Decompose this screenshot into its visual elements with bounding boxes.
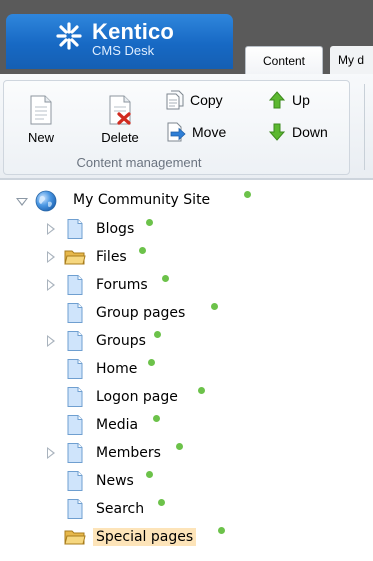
page-icon bbox=[67, 415, 83, 435]
published-status-icon bbox=[158, 499, 165, 506]
arrow-up-icon bbox=[268, 91, 286, 109]
page-icon bbox=[67, 219, 83, 239]
expand-arrow-icon[interactable] bbox=[47, 223, 55, 235]
up-label: Up bbox=[292, 92, 310, 108]
published-status-icon bbox=[148, 359, 155, 366]
tree-item-news[interactable]: News bbox=[0, 468, 373, 494]
app-header: Kentico CMS Desk Content My d bbox=[0, 0, 373, 74]
page-icon bbox=[67, 303, 83, 323]
expand-arrow-icon[interactable] bbox=[47, 279, 55, 291]
collapse-arrow-icon[interactable] bbox=[16, 198, 28, 206]
tree-item-label: Group pages bbox=[96, 305, 186, 321]
move-button[interactable]: Move bbox=[166, 121, 226, 143]
kentico-logo[interactable]: Kentico CMS Desk bbox=[6, 14, 233, 69]
page-icon bbox=[67, 387, 83, 407]
tree-item-media[interactable]: Media bbox=[0, 412, 373, 438]
published-status-icon bbox=[146, 219, 153, 226]
copy-label: Copy bbox=[190, 92, 223, 108]
globe-icon bbox=[35, 190, 57, 212]
up-button[interactable]: Up bbox=[268, 89, 310, 111]
expand-arrow-icon[interactable] bbox=[47, 251, 55, 263]
down-button[interactable]: Down bbox=[268, 121, 328, 143]
page-icon bbox=[67, 359, 83, 379]
tree-item-label: Groups bbox=[96, 333, 146, 349]
published-status-icon bbox=[139, 247, 146, 254]
group-caption: Content management bbox=[76, 155, 202, 170]
published-status-icon bbox=[153, 415, 160, 422]
tree-item-search[interactable]: Search bbox=[0, 496, 373, 522]
published-status-icon bbox=[211, 303, 218, 310]
tab-content[interactable]: Content bbox=[245, 46, 323, 74]
page-icon bbox=[67, 443, 83, 463]
published-status-icon bbox=[198, 387, 205, 394]
published-status-icon bbox=[176, 443, 183, 450]
ribbon-toolbar: New Delete Copy Move Up Down Content man… bbox=[0, 74, 373, 180]
tree-root-label: My Community Site bbox=[73, 192, 211, 208]
delete-document-icon bbox=[109, 95, 131, 125]
tree-item-label: Members bbox=[96, 445, 161, 461]
copy-button[interactable]: Copy bbox=[166, 89, 223, 111]
tree-item-members[interactable]: Members bbox=[0, 440, 373, 466]
delete-label: Delete bbox=[101, 130, 139, 145]
tree-item-group-pages[interactable]: Group pages bbox=[0, 300, 373, 326]
published-status-icon bbox=[244, 191, 251, 198]
tree-item-blogs[interactable]: Blogs bbox=[0, 216, 373, 242]
tree-item-label: Home bbox=[96, 361, 138, 377]
published-status-icon bbox=[218, 527, 225, 534]
down-label: Down bbox=[292, 124, 328, 140]
page-icon bbox=[67, 331, 83, 351]
move-label: Move bbox=[192, 124, 227, 140]
copy-icon bbox=[166, 90, 184, 110]
tree-item-label: Files bbox=[96, 249, 127, 265]
tree-item-label: Special pages bbox=[93, 528, 197, 546]
new-label: New bbox=[27, 130, 54, 145]
new-document-icon bbox=[30, 95, 52, 125]
page-icon bbox=[67, 471, 83, 491]
logo-subtitle: CMS Desk bbox=[92, 43, 155, 58]
page-icon bbox=[67, 499, 83, 519]
folder-icon bbox=[64, 530, 86, 545]
page-icon bbox=[67, 275, 83, 295]
new-button[interactable]: New bbox=[18, 95, 64, 145]
kentico-logo-icon bbox=[56, 22, 82, 50]
arrow-down-icon bbox=[268, 123, 286, 141]
tree-item-label: Blogs bbox=[96, 221, 135, 237]
tree-item-logon-page[interactable]: Logon page bbox=[0, 384, 373, 410]
content-tree: My Community Site Blogs Files Forums Gro… bbox=[0, 180, 373, 561]
move-icon bbox=[167, 122, 186, 142]
logo-title: Kentico bbox=[92, 19, 175, 44]
tree-item-special-pages[interactable]: Special pages bbox=[0, 524, 373, 550]
delete-button[interactable]: Delete bbox=[92, 95, 148, 145]
published-status-icon bbox=[162, 275, 169, 282]
tree-item-groups[interactable]: Groups bbox=[0, 328, 373, 354]
tree-item-label: Search bbox=[96, 501, 145, 517]
content-management-group: New Delete Copy Move Up Down Content man… bbox=[3, 80, 350, 175]
tree-item-label: Media bbox=[96, 417, 139, 433]
published-status-icon bbox=[146, 471, 153, 478]
tree-item-files[interactable]: Files bbox=[0, 244, 373, 270]
tree-item-label: Logon page bbox=[96, 389, 178, 405]
ribbon-divider bbox=[364, 84, 365, 170]
published-status-icon bbox=[154, 331, 161, 338]
expand-arrow-icon[interactable] bbox=[47, 335, 55, 347]
tab-my-desk[interactable]: My d bbox=[330, 46, 373, 74]
tree-item-label: Forums bbox=[96, 277, 148, 293]
tree-item-label: News bbox=[96, 473, 134, 489]
tree-item-forums[interactable]: Forums bbox=[0, 272, 373, 298]
expand-arrow-icon[interactable] bbox=[47, 447, 55, 459]
tree-item-home[interactable]: Home bbox=[0, 356, 373, 382]
folder-icon bbox=[64, 250, 86, 265]
